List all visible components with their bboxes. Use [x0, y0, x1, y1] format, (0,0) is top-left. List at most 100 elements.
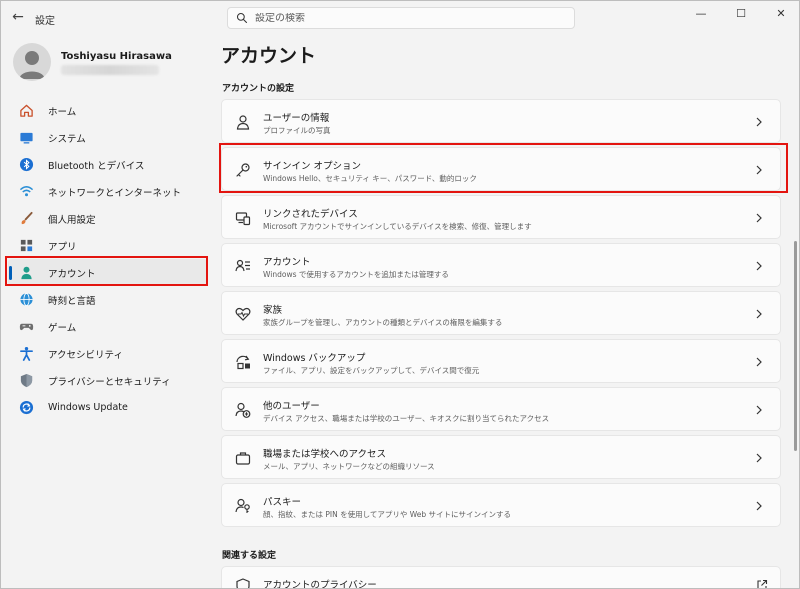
page-title: アカウント [221, 45, 317, 67]
card-title: リンクされたデバイス [263, 209, 358, 220]
card-subtitle: Microsoft アカウントでサインインしているデバイスを検索、修復、管理しま… [263, 222, 532, 231]
sidebar-item-label: システム [48, 133, 86, 145]
back-arrow-icon: ← [12, 9, 24, 25]
card-subtitle: ファイル、アプリ、設定をバックアップして、デバイス間で復元 [263, 366, 480, 375]
card-title: アカウントのプライバシー [263, 580, 377, 589]
card-passkeys[interactable]: パスキー 顔、指紋、または PIN を使用してアプリや Web サイトにサインイ… [221, 483, 781, 527]
card-title: Windows バックアップ [263, 353, 366, 364]
chevron-right-icon [754, 403, 764, 417]
search-icon [236, 12, 248, 24]
linked-devices-icon [234, 209, 252, 227]
sidebar-item-label: Windows Update [48, 402, 128, 413]
card-account-privacy[interactable]: アカウントのプライバシー [221, 566, 781, 589]
add-user-icon [234, 401, 252, 419]
card-subtitle: Windows Hello、セキュリティ キー、パスワード、動的ロック [263, 174, 477, 183]
card-windows-backup[interactable]: Windows バックアップ ファイル、アプリ、設定をバックアップして、デバイス… [221, 339, 781, 383]
sidebar-item-home[interactable]: ホーム [8, 97, 208, 124]
section-header-account-settings: アカウントの設定 [222, 84, 295, 94]
sidebar-item-personalization[interactable]: 個人用設定 [8, 205, 208, 232]
card-work-school[interactable]: 職場または学校へのアクセス メール、アプリ、ネットワークなどの組織リソース [221, 435, 781, 479]
person-icon [234, 113, 252, 131]
sidebar-item-windows-update[interactable]: Windows Update [8, 394, 208, 421]
profile-email-redacted [61, 65, 159, 75]
heart-icon [234, 305, 252, 323]
shield-outline-icon [234, 577, 252, 588]
card-family[interactable]: 家族 家族グループを管理し、アカウントの種類とデバイスの権限を編集する [221, 291, 781, 335]
chevron-right-icon [754, 307, 764, 321]
chevron-right-icon [754, 451, 764, 465]
card-title: 他のユーザー [263, 401, 320, 412]
sidebar-nav: ホーム システム Bluetooth とデバイス ネットワークとインターネット … [8, 97, 208, 421]
card-subtitle: メール、アプリ、ネットワークなどの組織リソース [263, 462, 435, 471]
card-subtitle: Windows で使用するアカウントを追加または管理する [263, 270, 449, 279]
card-title: 家族 [263, 305, 283, 316]
card-your-info[interactable]: ユーザーの情報 プロファイルの写真 [221, 99, 781, 143]
card-other-users[interactable]: 他のユーザー デバイス アクセス、職場または学校のユーザー、キオスクに割り当てら… [221, 387, 781, 431]
settings-window: ← 設定 — ☐ ✕ Toshiyasu Hirasawa [0, 0, 800, 589]
sidebar-item-label: ホーム [48, 106, 77, 118]
title-bar: ← 設定 — ☐ ✕ [1, 1, 799, 35]
window-controls: — ☐ ✕ [681, 1, 799, 25]
scrollbar[interactable] [794, 241, 797, 451]
card-linked-devices[interactable]: リンクされたデバイス Microsoft アカウントでサインインしているデバイス… [221, 195, 781, 239]
sidebar-item-label: アクセシビリティ [48, 349, 123, 361]
card-sign-in-options[interactable]: サインイン オプション Windows Hello、セキュリティ キー、パスワー… [221, 147, 781, 191]
sidebar-item-apps[interactable]: アプリ [8, 232, 208, 259]
card-subtitle: 顔、指紋、または PIN を使用してアプリや Web サイトにサインインする [263, 510, 512, 519]
avatar [13, 43, 51, 81]
home-icon [18, 103, 34, 119]
chevron-right-icon [754, 355, 764, 369]
card-title: 職場または学校へのアクセス [263, 449, 387, 460]
gamepad-icon [18, 319, 34, 335]
accessibility-icon [18, 346, 34, 362]
sidebar-item-label: アプリ [48, 241, 77, 253]
card-title: アカウント [263, 257, 311, 268]
passkey-icon [234, 497, 252, 515]
card-title: ユーザーの情報 [263, 113, 330, 124]
network-icon [18, 184, 34, 200]
maximize-button[interactable]: ☐ [721, 1, 761, 25]
sidebar-item-label: アカウント [48, 268, 96, 280]
sidebar-item-system[interactable]: システム [8, 124, 208, 151]
minimize-button[interactable]: — [681, 1, 721, 25]
sidebar-item-label: ゲーム [48, 322, 77, 334]
apps-icon [18, 238, 34, 254]
chevron-right-icon [754, 211, 764, 225]
external-link-icon [757, 579, 768, 588]
key-icon [234, 161, 252, 179]
sidebar-item-gaming[interactable]: ゲーム [8, 313, 208, 340]
sidebar-item-accessibility[interactable]: アクセシビリティ [8, 340, 208, 367]
card-accounts[interactable]: アカウント Windows で使用するアカウントを追加または管理する [221, 243, 781, 287]
chevron-right-icon [754, 259, 764, 273]
sidebar-item-network[interactable]: ネットワークとインターネット [8, 178, 208, 205]
sidebar-item-label: プライバシーとセキュリティ [48, 376, 171, 388]
search-input[interactable] [255, 12, 555, 24]
sidebar-item-label: 時刻と言語 [48, 295, 96, 307]
account-icon [18, 265, 34, 281]
card-title: サインイン オプション [263, 161, 362, 172]
sidebar-item-label: Bluetooth とデバイス [48, 160, 145, 172]
bluetooth-icon [18, 157, 34, 173]
sidebar-item-time-language[interactable]: 時刻と言語 [8, 286, 208, 313]
search-box[interactable] [227, 7, 575, 29]
update-icon [18, 400, 34, 416]
accounts-list-icon [234, 257, 252, 275]
briefcase-icon [234, 449, 252, 467]
close-button[interactable]: ✕ [761, 1, 799, 25]
card-subtitle: プロファイルの写真 [263, 126, 331, 135]
brush-icon [18, 211, 34, 227]
sidebar-item-label: ネットワークとインターネット [48, 187, 182, 199]
account-settings-list: ユーザーの情報 プロファイルの写真 サインイン オプション Windows He… [221, 99, 781, 531]
back-button[interactable]: ← [7, 7, 29, 27]
sidebar-item-bluetooth[interactable]: Bluetooth とデバイス [8, 151, 208, 178]
backup-icon [234, 353, 252, 371]
avatar-person-icon [19, 51, 45, 79]
chevron-right-icon [754, 163, 764, 177]
profile-header[interactable]: Toshiyasu Hirasawa [13, 43, 213, 83]
sidebar-item-accounts[interactable]: アカウント [8, 259, 208, 286]
system-icon [18, 130, 34, 146]
shield-icon [18, 373, 34, 389]
card-subtitle: デバイス アクセス、職場または学校のユーザー、キオスクに割り当てられたアクセス [263, 414, 550, 423]
globe-icon [18, 292, 34, 308]
sidebar-item-privacy[interactable]: プライバシーとセキュリティ [8, 367, 208, 394]
